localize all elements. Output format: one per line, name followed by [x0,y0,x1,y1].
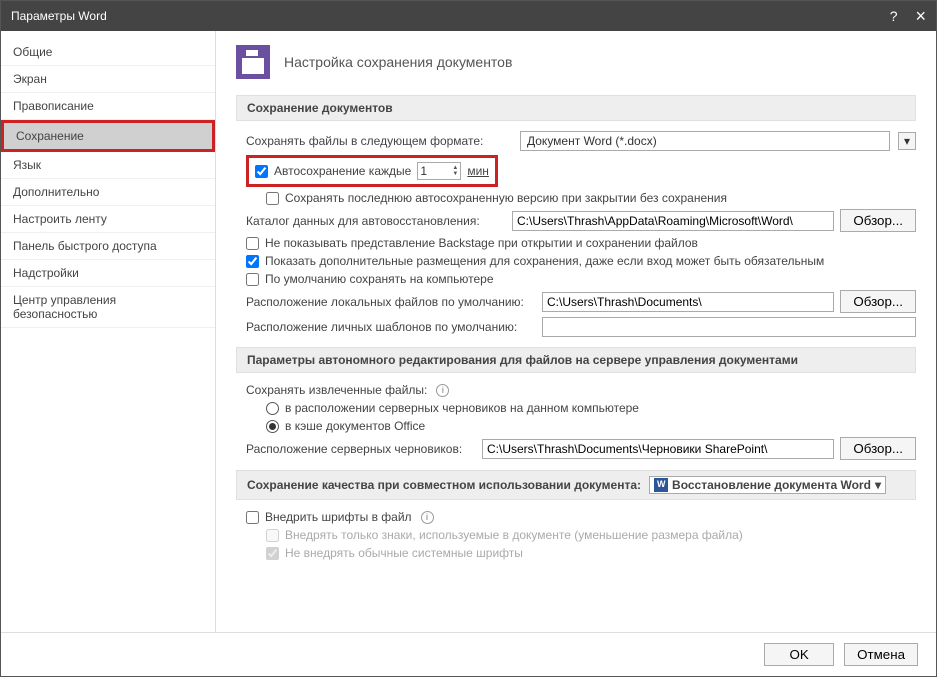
titlebar: Параметры Word ? × [1,1,936,31]
no-system-fonts-label: Не внедрять обычные системные шрифты [285,546,523,560]
sidebar-item-proofing[interactable]: Правописание [1,93,215,120]
content-pane: Настройка сохранения документов Сохранен… [216,31,936,632]
chevron-down-icon[interactable]: ▾ [898,132,916,150]
sidebar-item-general[interactable]: Общие [1,39,215,66]
autosave-highlight: Автосохранение каждые 1 ▲▼ мин [246,155,498,187]
save-to-pc-label: По умолчанию сохранять на компьютере [265,272,494,286]
sidebar-item-addins[interactable]: Надстройки [1,260,215,287]
save-extracted-label: Сохранять извлеченные файлы: [246,383,427,397]
close-button[interactable]: × [915,6,926,27]
autorecover-path-label: Каталог данных для автовосстановления: [246,214,506,228]
local-files-label: Расположение локальных файлов по умолчан… [246,295,536,309]
radio-server-drafts[interactable] [266,402,279,415]
sidebar-item-quick-access[interactable]: Панель быстрого доступа [1,233,215,260]
spinner-icon[interactable]: ▲▼ [452,165,458,177]
radio-office-cache[interactable] [266,420,279,433]
chevron-down-icon: ▾ [875,478,881,492]
autorecover-path-input[interactable] [512,211,834,231]
drafts-path-label: Расположение серверных черновиков: [246,442,476,456]
ok-button[interactable]: OK [764,643,834,666]
keep-last-autosaved-checkbox[interactable] [266,192,279,205]
sidebar-item-display[interactable]: Экран [1,66,215,93]
document-selector-dropdown[interactable]: Восстановление документа Word ▾ [649,476,886,494]
sidebar-item-customize-ribbon[interactable]: Настроить ленту [1,206,215,233]
page-title: Настройка сохранения документов [284,54,512,70]
no-backstage-label: Не показывать представление Backstage пр… [265,236,698,250]
keep-last-autosaved-label: Сохранять последнюю автосохраненную верс… [285,191,727,205]
embed-used-only-label: Внедрять только знаки, используемые в до… [285,528,743,542]
radio-server-drafts-label: в расположении серверных черновиков на д… [285,401,639,415]
sidebar-item-language[interactable]: Язык [1,152,215,179]
word-doc-icon [654,478,668,492]
save-icon [236,45,270,79]
dialog-footer: OK Отмена [1,632,936,676]
browse-drafts-button[interactable]: Обзор... [840,437,916,460]
no-system-fonts-checkbox [266,547,279,560]
browse-autorecover-button[interactable]: Обзор... [840,209,916,232]
local-files-input[interactable] [542,292,834,312]
embed-fonts-checkbox[interactable] [246,511,259,524]
autosave-unit: мин [467,164,489,178]
browse-local-files-button[interactable]: Обзор... [840,290,916,313]
sidebar-item-advanced[interactable]: Дополнительно [1,179,215,206]
sidebar: Общие Экран Правописание Сохранение Язык… [1,31,216,632]
info-icon[interactable]: i [421,511,434,524]
cancel-button[interactable]: Отмена [844,643,918,666]
section-offline-editing: Параметры автономного редактирования для… [236,347,916,373]
templates-input[interactable] [542,317,916,337]
templates-label: Расположение личных шаблонов по умолчани… [246,320,536,334]
embed-used-only-checkbox [266,529,279,542]
window-title: Параметры Word [11,9,107,23]
save-format-label: Сохранять файлы в следующем формате: [246,134,483,148]
radio-office-cache-label: в кэше документов Office [285,419,425,433]
embed-fonts-label: Внедрить шрифты в файл [265,510,412,524]
show-additional-label: Показать дополнительные размещения для с… [265,254,824,268]
show-additional-checkbox[interactable] [246,255,259,268]
autosave-checkbox[interactable] [255,165,268,178]
drafts-path-input[interactable] [482,439,834,459]
save-to-pc-checkbox[interactable] [246,273,259,286]
no-backstage-checkbox[interactable] [246,237,259,250]
autosave-interval-input[interactable]: 1 ▲▼ [417,162,461,180]
save-format-dropdown[interactable]: Документ Word (*.docx) [520,131,890,151]
section-save-documents: Сохранение документов [236,95,916,121]
sidebar-item-save[interactable]: Сохранение [1,120,215,152]
autosave-label: Автосохранение каждые [274,164,411,178]
help-button[interactable]: ? [890,8,898,24]
section-preserve-fidelity: Сохранение качества при совместном испол… [236,470,916,500]
sidebar-item-trust-center[interactable]: Центр управления безопасностью [1,287,215,328]
info-icon[interactable]: i [436,384,449,397]
